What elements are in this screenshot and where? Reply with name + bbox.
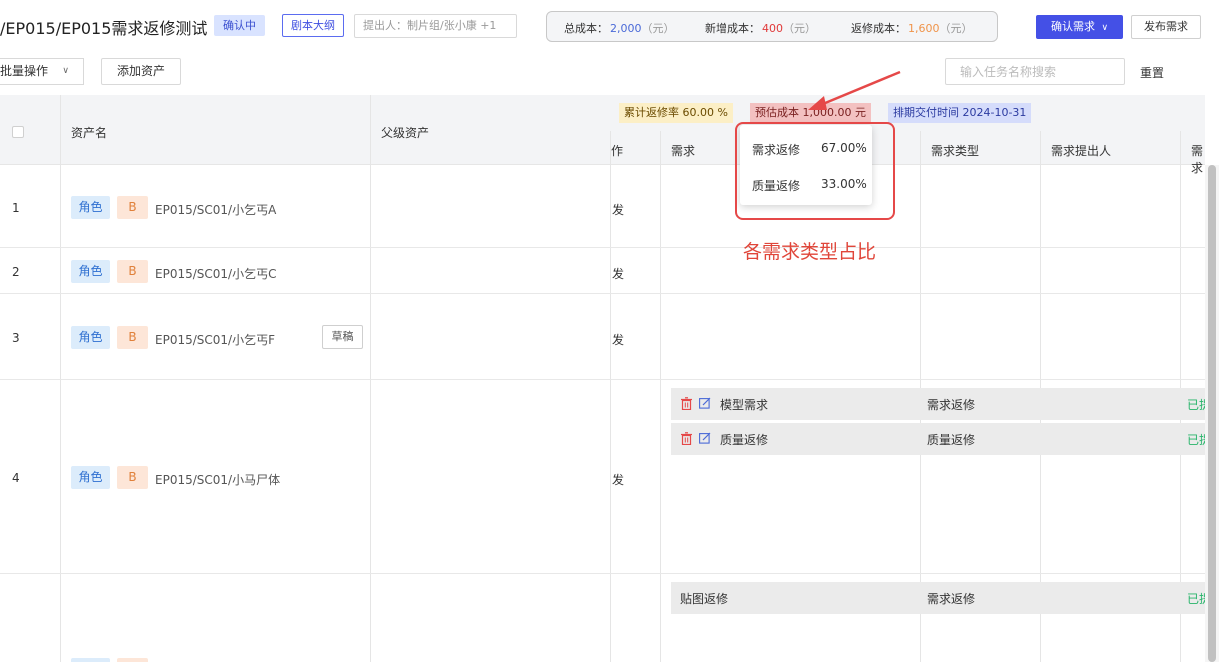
scrollbar-thumb[interactable]	[1208, 165, 1216, 662]
role-tag: 角色	[71, 260, 110, 283]
total-cost-value: 2,000	[610, 22, 642, 35]
requirement-item: 模型需求 需求返修 已提	[671, 388, 1205, 420]
new-cost-unit: （元）	[783, 22, 816, 35]
asset-path[interactable]: EP015/SC01/小乞丐A	[155, 201, 276, 218]
requirement-status: 已提	[1187, 433, 1205, 447]
trash-icon[interactable]	[681, 432, 692, 445]
operation-cell[interactable]: 发	[612, 471, 624, 488]
grade-tag: B	[117, 466, 148, 489]
trash-icon[interactable]	[681, 397, 692, 410]
proposer-field[interactable]: 提出人：制片组/张小康 +1	[354, 14, 517, 38]
divider	[0, 573, 1205, 574]
divider	[0, 379, 1205, 380]
asset-path[interactable]: EP015/SC01/小马尸体	[155, 471, 280, 488]
grade-tag: B	[117, 260, 148, 283]
divider	[0, 247, 1205, 248]
column-requirement-proposer: 需求提出人	[1051, 144, 1112, 158]
role-tag: 角色	[71, 466, 110, 489]
role-tag	[71, 658, 110, 662]
annotation-arrow-icon	[808, 70, 901, 110]
divider	[660, 131, 661, 165]
bulk-operations-dropdown[interactable]: 批量操作 ∨	[0, 58, 84, 85]
vertical-scrollbar[interactable]	[1205, 165, 1219, 662]
divider	[1040, 131, 1041, 165]
total-cost-label: 总成本：	[564, 22, 608, 35]
requirement-type: 需求返修	[927, 592, 976, 606]
column-operation: 作	[611, 144, 624, 158]
divider	[660, 165, 661, 662]
role-tag: 角色	[71, 196, 110, 219]
table-header: 资产名 父级资产 累计返修率 60.00 % 预估成本 1,000.00 元 排…	[0, 95, 1205, 175]
grade-tag: B	[117, 196, 148, 219]
new-cost-label: 新增成本：	[705, 22, 760, 35]
script-outline-button[interactable]: 剧本大纲	[282, 14, 344, 37]
select-all-checkbox[interactable]	[12, 126, 24, 138]
requirement-item: 质量返修 质量返修 已提	[671, 423, 1205, 455]
repair-rate-badge: 累计返修率 60.00 %	[619, 103, 733, 123]
repair-cost-label: 返修成本：	[851, 22, 906, 35]
grade-tag	[117, 658, 148, 662]
edit-icon[interactable]	[699, 397, 711, 409]
requirement-name: 贴图返修	[680, 592, 729, 606]
role-tag: 角色	[71, 326, 110, 349]
row-number: 1	[12, 201, 20, 215]
operation-cell[interactable]: 发	[612, 331, 624, 348]
confirm-requirement-button[interactable]: 确认需求 ∨	[1036, 15, 1123, 39]
requirement-name: 模型需求	[720, 398, 769, 412]
repair-cost-unit: （元）	[939, 22, 973, 35]
column-asset-name: 资产名	[71, 126, 108, 140]
divider	[610, 131, 611, 165]
repair-cost: 返修成本： 1,600（元）	[851, 20, 973, 36]
bulk-operations-label: 批量操作	[0, 64, 49, 78]
add-asset-button[interactable]: 添加资产	[101, 58, 181, 85]
divider	[0, 293, 1205, 294]
reset-button[interactable]: 重置	[1140, 64, 1164, 81]
row-number: 4	[12, 471, 20, 485]
confirm-requirement-label: 确认需求	[1050, 20, 1095, 33]
column-requirement-type: 需求类型	[931, 144, 980, 158]
repair-cost-value: 1,600	[908, 22, 940, 35]
asset-path[interactable]: EP015/SC01/小乞丐F	[155, 331, 275, 348]
annotation-highlight-box	[735, 122, 895, 220]
chevron-down-icon: ∨	[1101, 23, 1109, 33]
requirement-type: 质量返修	[927, 433, 976, 447]
chevron-down-icon: ∨	[62, 66, 69, 76]
requirement-name: 质量返修	[720, 433, 769, 447]
row-number: 2	[12, 265, 20, 279]
page-header: /EP015/EP015需求返修测试 确认中 剧本大纲 提出人：制片组/张小康 …	[0, 0, 1219, 52]
status-badge: 确认中	[214, 15, 265, 36]
total-cost: 总成本： 2,000（元）	[564, 20, 675, 36]
asset-path[interactable]: EP015/SC01/小乞丐C	[155, 265, 276, 282]
column-parent-asset: 父级资产	[381, 126, 430, 140]
grade-tag: B	[117, 326, 148, 349]
requirement-type: 需求返修	[927, 398, 976, 412]
asset-table: 资产名 父级资产 累计返修率 60.00 % 预估成本 1,000.00 元 排…	[0, 95, 1205, 662]
divider	[920, 131, 921, 165]
requirement-status: 已提	[1187, 398, 1205, 412]
row-number: 3	[12, 331, 20, 345]
requirement-status: 已提	[1187, 592, 1205, 606]
task-search-input[interactable]	[945, 58, 1125, 85]
new-cost: 新增成本： 400（元）	[705, 20, 816, 36]
page-title: /EP015/EP015需求返修测试	[0, 19, 208, 38]
column-requirement: 需求	[671, 144, 696, 158]
annotation-text: 各需求类型占比	[743, 241, 877, 263]
cost-summary: 总成本： 2,000（元） 新增成本： 400（元） 返修成本： 1,600（元）	[546, 11, 998, 42]
new-cost-value: 400	[762, 22, 783, 35]
publish-requirement-button[interactable]: 发布需求	[1131, 15, 1201, 39]
draft-button[interactable]: 草稿	[322, 325, 363, 349]
requirement-item: 贴图返修 需求返修 已提	[671, 582, 1205, 614]
operation-cell[interactable]: 发	[612, 201, 624, 218]
divider	[610, 165, 611, 662]
operation-cell[interactable]: 发	[612, 265, 624, 282]
column-requirement-more: 需求	[1191, 144, 1204, 175]
edit-icon[interactable]	[699, 432, 711, 444]
divider	[1180, 131, 1181, 165]
total-cost-unit: （元）	[641, 22, 675, 35]
